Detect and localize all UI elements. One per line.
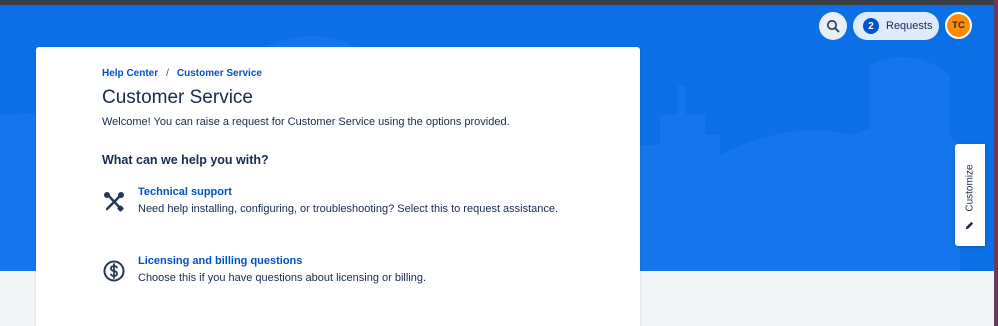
search-button[interactable] bbox=[819, 12, 847, 40]
welcome-message: Welcome! You can raise a request for Cus… bbox=[102, 116, 510, 128]
user-avatar[interactable]: TC bbox=[945, 12, 972, 39]
portal-card: Help Center / Customer Service Customer … bbox=[36, 47, 640, 326]
dollar-coin-icon bbox=[103, 260, 125, 282]
breadcrumb-customer-service-link[interactable]: Customer Service bbox=[177, 68, 262, 79]
option-title[interactable]: Technical support bbox=[138, 186, 232, 198]
breadcrumb: Help Center / Customer Service bbox=[102, 68, 262, 79]
requests-button[interactable]: 2 Requests bbox=[853, 12, 939, 40]
customize-button[interactable]: Customize bbox=[955, 144, 985, 246]
option-description: Choose this if you have questions about … bbox=[138, 272, 427, 284]
breadcrumb-help-center-link[interactable]: Help Center bbox=[102, 68, 158, 79]
page-title: Customer Service bbox=[102, 87, 253, 108]
requests-count-badge: 2 bbox=[863, 18, 879, 34]
requests-label: Requests bbox=[886, 20, 933, 32]
search-icon bbox=[827, 20, 840, 33]
breadcrumb-separator: / bbox=[166, 68, 169, 79]
customize-label: Customize bbox=[964, 164, 976, 212]
wrench-screwdriver-icon bbox=[104, 192, 124, 212]
pencil-icon bbox=[965, 221, 974, 230]
window-right-edge bbox=[994, 0, 998, 326]
section-heading: What can we help you with? bbox=[102, 153, 269, 167]
option-title[interactable]: Licensing and billing questions bbox=[138, 255, 302, 267]
option-description: Need help installing, configuring, or tr… bbox=[138, 203, 559, 215]
